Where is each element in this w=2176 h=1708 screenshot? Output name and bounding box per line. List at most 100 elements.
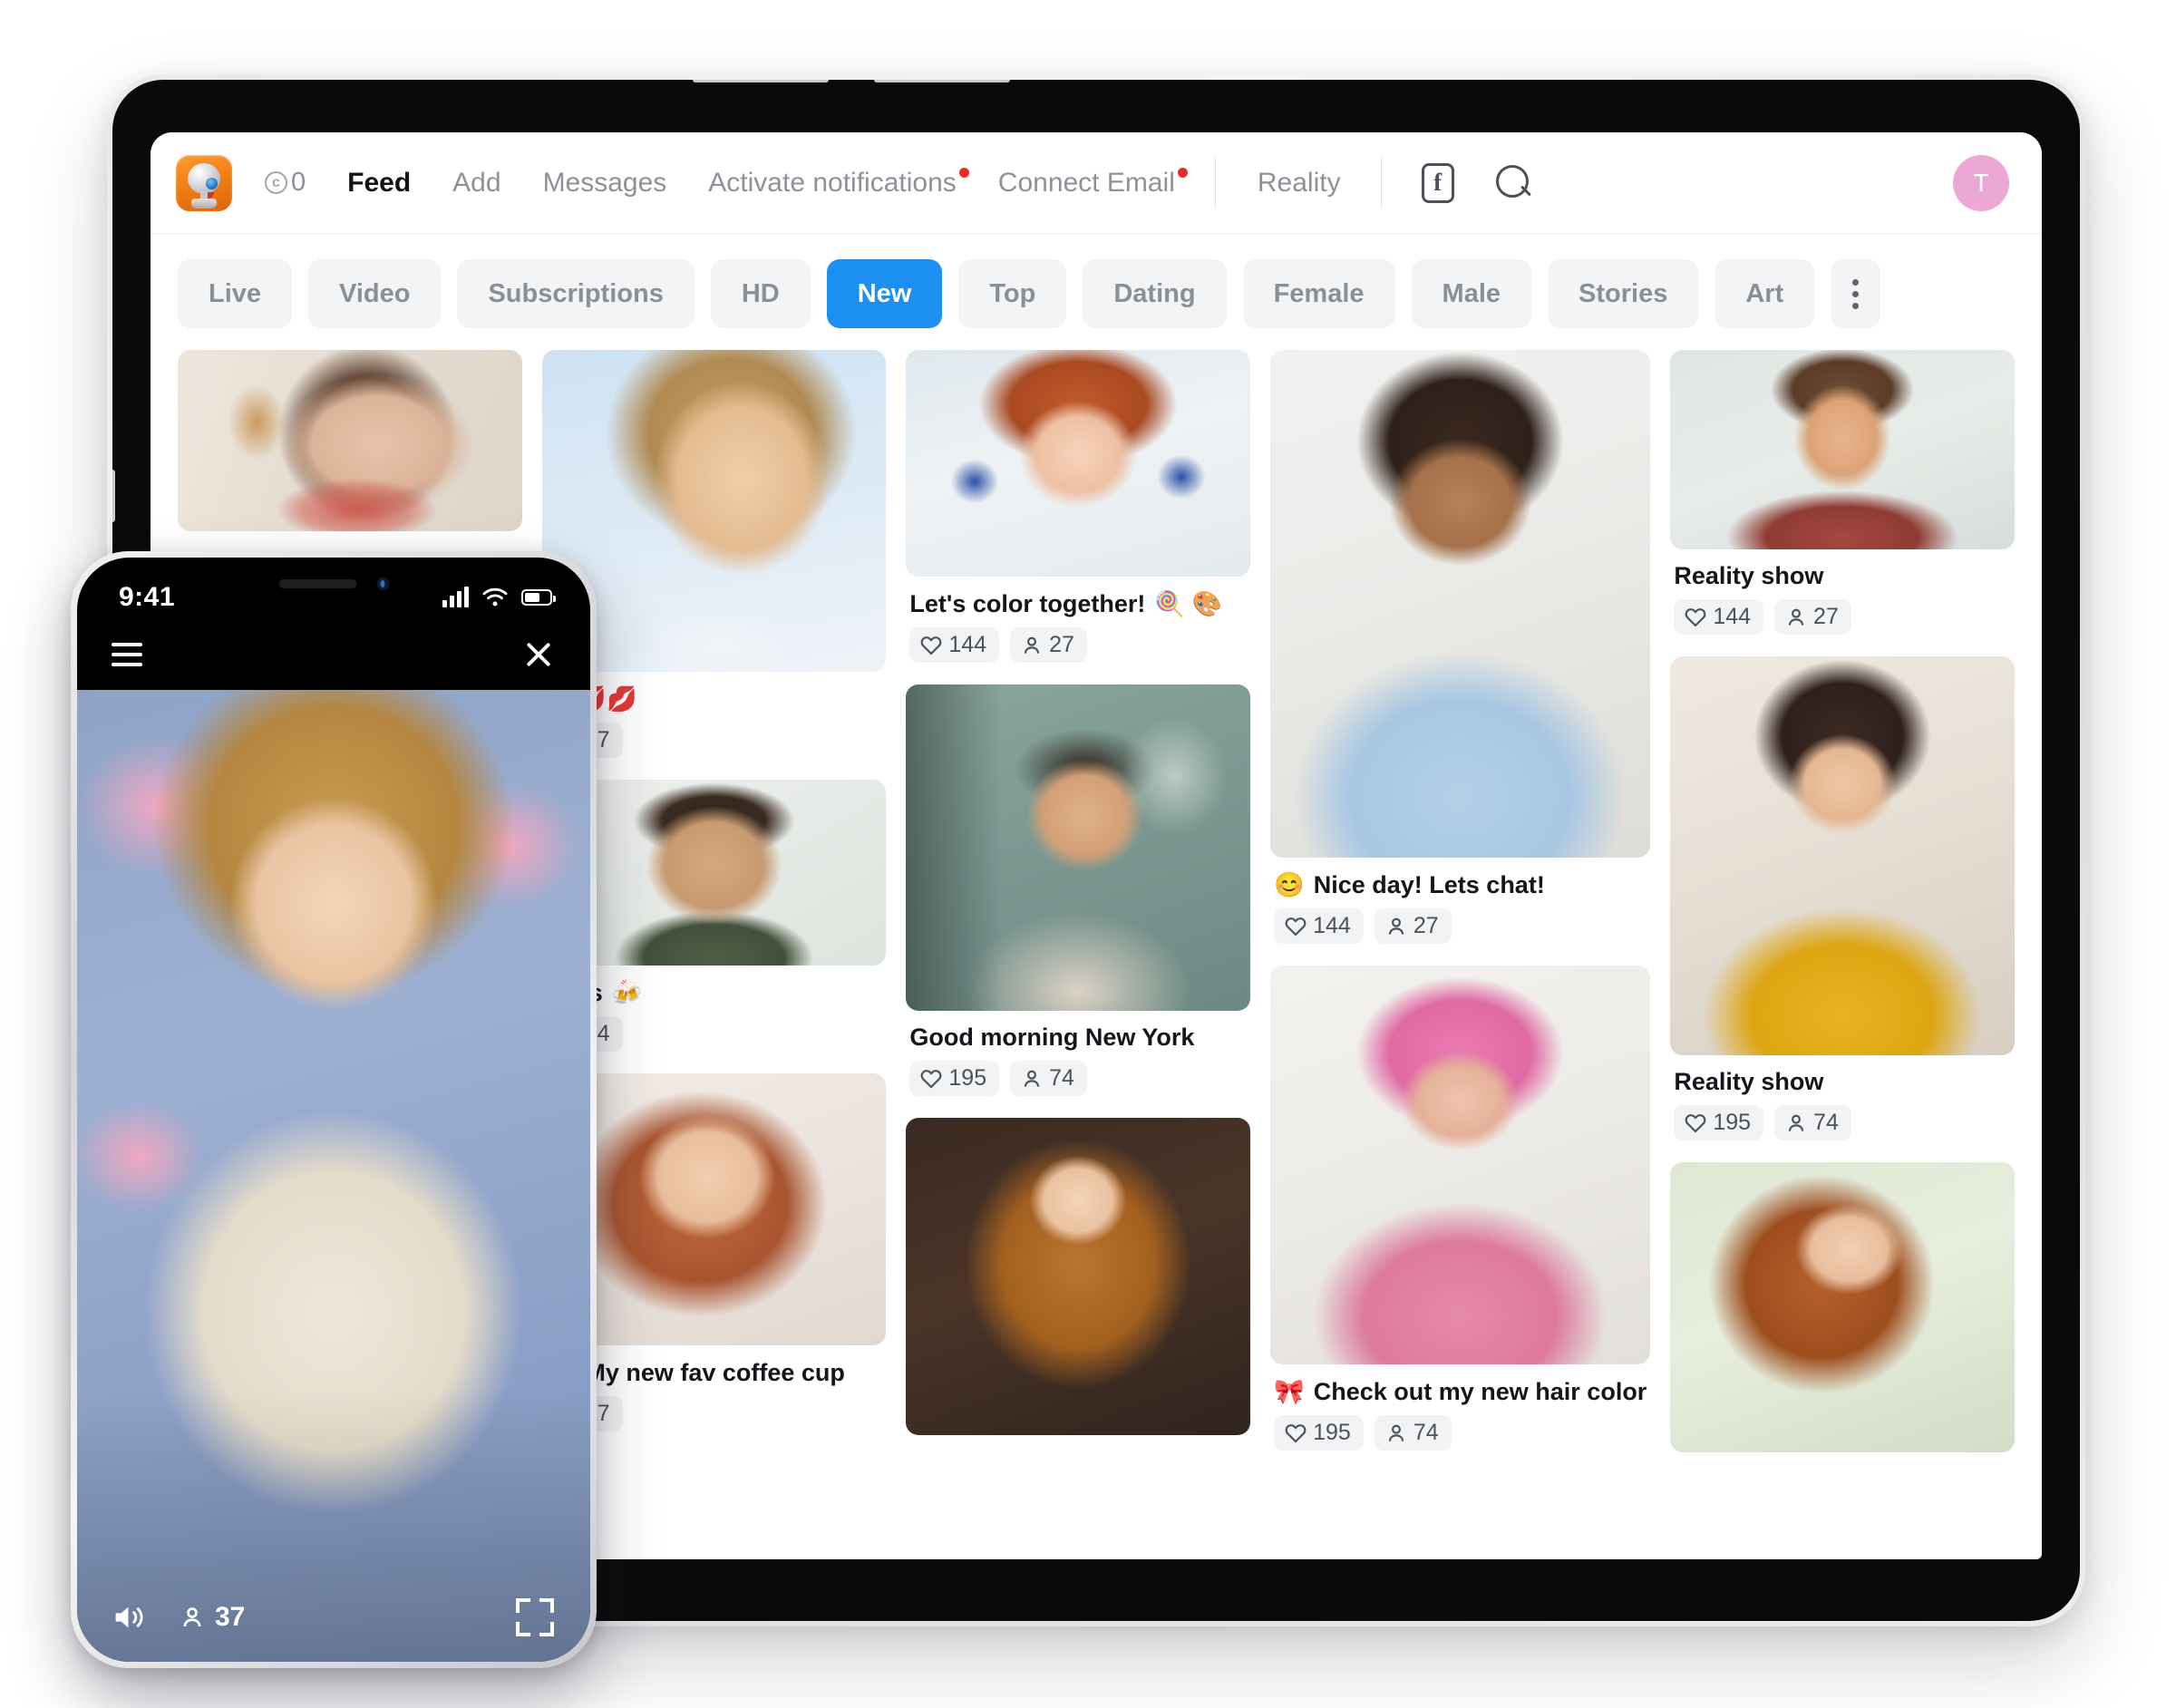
feed-card-caption-text: Good morning New York: [909, 1024, 1195, 1051]
feed-card[interactable]: [906, 1118, 1251, 1435]
nav-item-reality-label: Reality: [1257, 167, 1341, 198]
feed-card-thumbnail[interactable]: [906, 684, 1251, 1011]
search-button[interactable]: [1494, 163, 1534, 203]
nav-item-reality[interactable]: Reality: [1258, 168, 1341, 199]
nav-item-activate-notifications[interactable]: Activate notifications: [708, 167, 969, 199]
feed-card[interactable]: Reality show 144 27: [1670, 350, 2016, 640]
feed-card-thumbnail[interactable]: [1270, 350, 1651, 858]
phone-device-frame: 9:41 37: [71, 551, 597, 1668]
feed-card[interactable]: 😊 Nice day! Lets chat! 144 27: [1270, 350, 1651, 949]
filter-chip-video[interactable]: Video: [308, 259, 442, 328]
feed-card-caption-text: My new fav coffee cup: [585, 1358, 845, 1386]
kebab-menu-icon: [1852, 278, 1860, 309]
filter-chip-subscriptions[interactable]: Subscriptions: [457, 259, 695, 328]
wifi-icon: [482, 587, 508, 607]
phone-stream-toolbar: [77, 625, 590, 684]
filter-chip-top[interactable]: Top: [958, 259, 1067, 328]
viewer-count-pill: 27: [1774, 599, 1851, 635]
nav-item-messages[interactable]: Messages: [543, 168, 667, 199]
feed-card-thumbnail[interactable]: [1270, 966, 1651, 1364]
like-count-pill: 195: [909, 1061, 1000, 1096]
feed-card-thumbnail[interactable]: [178, 350, 522, 531]
viewer-count-value: 74: [1413, 1420, 1439, 1445]
tablet-button-top-1[interactable]: [693, 80, 829, 82]
filter-chip-new[interactable]: New: [826, 259, 943, 328]
tablet-button-left-1[interactable]: [112, 470, 115, 522]
phone-stream-controls: 37: [77, 1598, 590, 1636]
person-icon: [1388, 1424, 1404, 1441]
coin-icon: c: [265, 171, 287, 194]
viewer-count-value: 74: [1049, 1065, 1074, 1091]
feed-card-caption-text: Reality show: [1674, 1068, 1824, 1095]
feed-card-caption-emoji: 🍭 🎨: [1154, 590, 1223, 617]
filter-chip-live[interactable]: Live: [178, 259, 293, 328]
app-logo-webcam-robot-icon[interactable]: [176, 154, 232, 211]
volume-on-icon[interactable]: [112, 1602, 148, 1633]
email-badge-dot: [1177, 167, 1188, 178]
person-icon: [1025, 1070, 1040, 1087]
like-count-value: 195: [948, 1065, 987, 1091]
filter-chip-bar: Live Video Subscriptions HD New Top Dati…: [151, 234, 2042, 350]
nav-item-activate-notifications-label: Activate notifications: [708, 167, 957, 198]
feed-card[interactable]: Reality show 195 74: [1670, 656, 2016, 1146]
filter-chip-female-label: Female: [1273, 278, 1365, 308]
feed-card-thumbnail[interactable]: [1670, 656, 2016, 1055]
tablet-button-top-2[interactable]: [874, 80, 1010, 82]
feed-card[interactable]: [178, 350, 522, 531]
filter-chip-dating[interactable]: Dating: [1083, 259, 1227, 328]
feed-card-thumbnail[interactable]: [906, 350, 1251, 577]
nav-item-connect-email[interactable]: Connect Email: [998, 167, 1188, 199]
front-camera-icon: [376, 577, 389, 590]
facebook-share-button[interactable]: f: [1421, 162, 1454, 203]
feed-card[interactable]: [1670, 1162, 2016, 1452]
heart-icon: [921, 636, 942, 655]
nav-item-feed-label: Feed: [347, 167, 412, 198]
filter-chip-hd[interactable]: HD: [710, 259, 811, 328]
status-bar-time: 9:41: [119, 582, 176, 612]
feed-card-thumbnail[interactable]: [1670, 1162, 2016, 1452]
like-count-pill: 195: [1674, 1105, 1764, 1140]
nav-item-add-label: Add: [452, 167, 501, 198]
viewer-count-pill: 27: [1010, 627, 1087, 663]
filter-chip-female[interactable]: Female: [1242, 259, 1395, 328]
feed-card-thumbnail[interactable]: [906, 1118, 1251, 1435]
screenshot-stage: c 0 Feed Add Messages Activate notificat…: [0, 0, 2176, 1708]
like-count-pill: 195: [1274, 1415, 1364, 1451]
like-count-pill: 144: [1274, 908, 1364, 944]
like-count-value: 144: [948, 632, 987, 657]
hamburger-menu-icon[interactable]: [112, 643, 142, 666]
viewer-count-value: 27: [1413, 913, 1439, 938]
phone-viewer-count-value: 37: [215, 1602, 246, 1632]
feed-card-stats: 195 74: [1670, 1096, 2015, 1146]
filter-chip-video-label: Video: [339, 278, 411, 308]
viewer-count-pill: 74: [1774, 1105, 1851, 1140]
heart-icon: [1285, 917, 1307, 936]
filter-chip-art-label: Art: [1745, 278, 1784, 308]
phone-stream-video[interactable]: [77, 690, 590, 1662]
feed-card[interactable]: Good morning New York 195 74: [906, 684, 1251, 1101]
credits-indicator[interactable]: c 0: [265, 168, 306, 198]
filter-chip-stories[interactable]: Stories: [1548, 259, 1699, 328]
filter-more-options-button[interactable]: [1831, 259, 1881, 328]
feed-column-5: Reality show 144 27 Reality show 195 74: [1670, 350, 2016, 1469]
filter-chip-art[interactable]: Art: [1715, 259, 1815, 328]
fullscreen-icon[interactable]: [516, 1598, 554, 1636]
viewer-count-value: 27: [1813, 604, 1839, 629]
like-count-value: 195: [1713, 1110, 1752, 1135]
feed-card[interactable]: 🎀 Check out my new hair color 195 74: [1270, 966, 1651, 1456]
feed-card-thumbnail[interactable]: [1670, 350, 2016, 549]
filter-chip-male[interactable]: Male: [1411, 259, 1532, 328]
feed-card-caption-emoji: 😊: [1274, 871, 1305, 898]
avatar[interactable]: T: [1953, 154, 2009, 211]
close-icon[interactable]: [523, 639, 554, 670]
facebook-icon: f: [1421, 162, 1454, 203]
viewer-count-value: 74: [1813, 1110, 1839, 1135]
feed-card-caption-text: Nice day! Lets chat!: [1313, 870, 1545, 898]
nav-divider-1: [1214, 157, 1216, 209]
nav-item-add[interactable]: Add: [452, 168, 500, 199]
feed-card[interactable]: Let's color together! 🍭 🎨 144 27: [906, 350, 1251, 668]
nav-item-feed[interactable]: Feed: [347, 168, 411, 199]
feed-card-stats: 144 27: [906, 618, 1250, 668]
feed-card-caption-emoji: 🍻: [611, 979, 643, 1006]
battery-icon: [521, 589, 556, 606]
